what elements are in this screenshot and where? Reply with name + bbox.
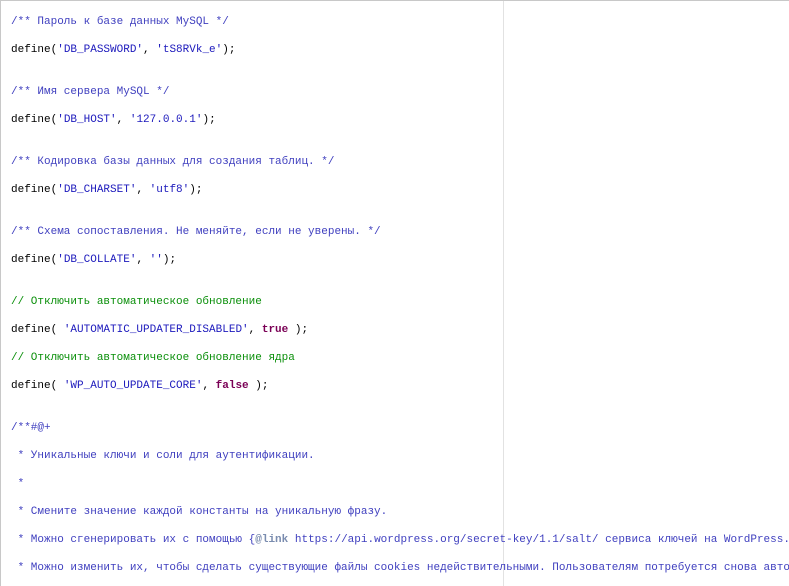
fn-call: define( [11, 114, 57, 126]
fn-call: define( [11, 254, 57, 266]
string: 'DB_PASSWORD' [57, 44, 143, 56]
comment: // Отключить автоматическое обновление я… [11, 352, 295, 364]
docblock: /**#@+ [11, 422, 51, 434]
fn-call: define( [11, 324, 64, 336]
keyword-true: true [262, 324, 288, 336]
string: 'tS8RVk_e' [156, 44, 222, 56]
fn-call: define( [11, 380, 64, 392]
code-content: /** Пароль к базе данных MySQL */ define… [11, 1, 779, 586]
fn-call: define( [11, 44, 57, 56]
comment: // Отключить автоматическое обновление [11, 296, 262, 308]
comment: /** Пароль к базе данных MySQL */ [11, 16, 229, 28]
doc-tag-link: @link [255, 534, 288, 546]
keyword-false: false [216, 380, 249, 392]
code-editor: /** Пароль к базе данных MySQL */ define… [0, 0, 789, 586]
comment: /** Схема сопоставления. Не меняйте, есл… [11, 226, 381, 238]
comment: /** Имя сервера MySQL */ [11, 86, 169, 98]
fn-call: define( [11, 184, 57, 196]
comment: /** Кодировка базы данных для создания т… [11, 156, 334, 168]
